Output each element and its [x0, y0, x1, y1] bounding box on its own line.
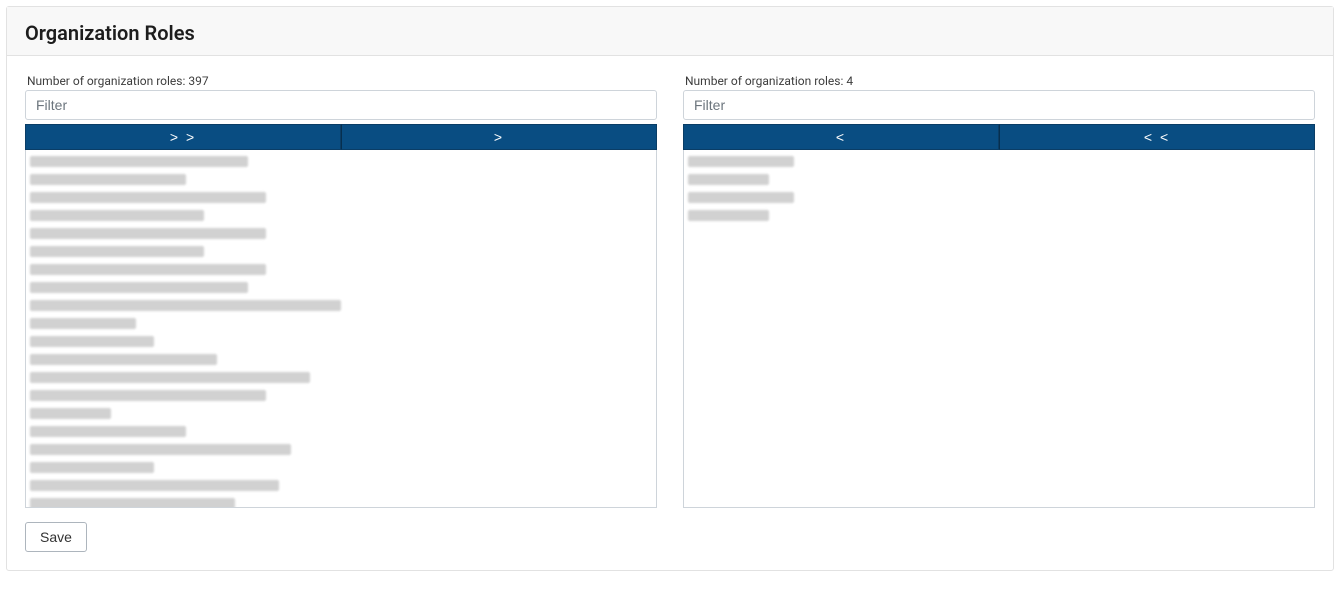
selected-roles-listbox[interactable]	[683, 150, 1315, 508]
panel-body: Number of organization roles: 397 > > > …	[7, 56, 1333, 526]
list-item[interactable]	[30, 190, 652, 208]
list-item[interactable]	[30, 496, 652, 508]
available-filter-input[interactable]	[25, 90, 657, 120]
move-all-left-button[interactable]: < <	[999, 124, 1315, 150]
list-item[interactable]	[688, 190, 1310, 208]
list-item[interactable]	[30, 316, 652, 334]
list-item[interactable]	[30, 226, 652, 244]
list-item[interactable]	[30, 370, 652, 388]
list-item[interactable]	[30, 334, 652, 352]
list-item[interactable]	[30, 172, 652, 190]
selected-filter-input[interactable]	[683, 90, 1315, 120]
move-one-right-button[interactable]: >	[341, 124, 657, 150]
selected-count-label: Number of organization roles: 4	[683, 74, 1315, 88]
list-item[interactable]	[30, 280, 652, 298]
list-item[interactable]	[30, 442, 652, 460]
list-item[interactable]	[30, 154, 652, 172]
list-item[interactable]	[30, 388, 652, 406]
available-roles-column: Number of organization roles: 397 > > >	[25, 74, 657, 508]
list-item[interactable]	[688, 208, 1310, 226]
list-item[interactable]	[30, 244, 652, 262]
footer: Save	[7, 522, 1333, 570]
available-count-label: Number of organization roles: 397	[25, 74, 657, 88]
available-button-row: > > >	[25, 124, 657, 150]
selected-button-row: < < <	[683, 124, 1315, 150]
save-button[interactable]: Save	[25, 522, 87, 552]
panel-header: Organization Roles	[7, 7, 1333, 56]
move-all-right-button[interactable]: > >	[25, 124, 341, 150]
list-item[interactable]	[30, 262, 652, 280]
list-item[interactable]	[30, 352, 652, 370]
list-item[interactable]	[30, 478, 652, 496]
move-one-left-button[interactable]: <	[683, 124, 999, 150]
organization-roles-panel: Organization Roles Number of organizatio…	[6, 6, 1334, 571]
available-roles-listbox[interactable]	[25, 150, 657, 508]
selected-roles-column: Number of organization roles: 4 < < <	[683, 74, 1315, 508]
list-item[interactable]	[688, 154, 1310, 172]
panel-title: Organization Roles	[25, 21, 1315, 45]
list-item[interactable]	[30, 298, 652, 316]
list-item[interactable]	[30, 208, 652, 226]
list-item[interactable]	[30, 424, 652, 442]
list-item[interactable]	[30, 460, 652, 478]
list-item[interactable]	[30, 406, 652, 424]
list-item[interactable]	[688, 172, 1310, 190]
